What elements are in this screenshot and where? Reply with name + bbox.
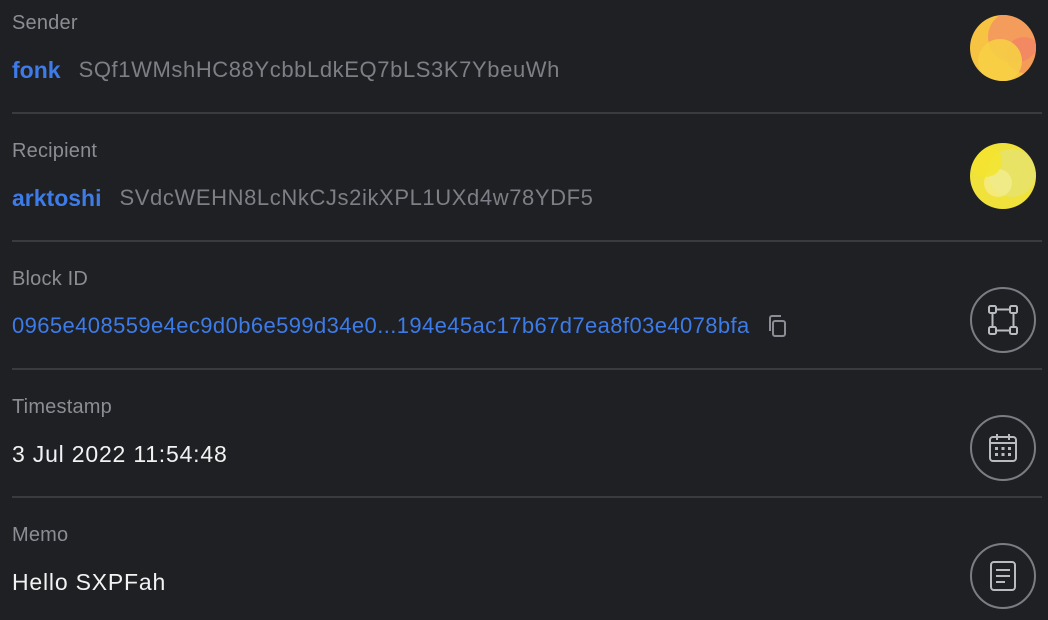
divider — [12, 240, 1042, 242]
timestamp-label: Timestamp — [12, 396, 112, 418]
timestamp-row: Timestamp 3 Jul 2022 11:54:48 — [12, 384, 1042, 512]
recipient-avatar-icon — [970, 143, 1036, 209]
sender-value: fonk SQf1WMshHC88YcbbLdkEQ7bLS3K7YbeuWh — [12, 55, 560, 85]
recipient-row: Recipient arktoshi SVdcWEHN8LcNkCJs2ikXP… — [12, 128, 1042, 256]
divider — [12, 112, 1042, 114]
block-id-link[interactable]: 0965e408559e4ec9d0b6e599d34e0...194e45ac… — [12, 313, 750, 339]
recipient-label: Recipient — [12, 140, 98, 162]
block-row: Block ID 0965e408559e4ec9d0b6e599d34e0..… — [12, 256, 1042, 384]
divider — [12, 368, 1042, 370]
sender-row: Sender fonk SQf1WMshHC88YcbbLdkEQ7bLS3K7… — [12, 0, 1042, 128]
block-value: 0965e408559e4ec9d0b6e599d34e0...194e45ac… — [12, 311, 790, 341]
calendar-icon — [970, 415, 1036, 481]
recipient-address: SVdcWEHN8LcNkCJs2ikXPL1UXd4w78YDF5 — [119, 185, 594, 210]
block-icon — [970, 287, 1036, 353]
memo-label: Memo — [12, 524, 69, 546]
sender-name-link[interactable]: fonk — [12, 57, 61, 84]
timestamp-value-line: 3 Jul 2022 11:54:48 — [12, 439, 228, 469]
memo-value-line: Hello SXPFah — [12, 567, 166, 597]
memo-value: Hello SXPFah — [12, 568, 167, 595]
divider — [12, 496, 1042, 498]
sender-address: SQf1WMshHC88YcbbLdkEQ7bLS3K7YbeuWh — [78, 57, 560, 82]
copy-icon[interactable] — [764, 313, 790, 339]
transaction-details-panel: Sender fonk SQf1WMshHC88YcbbLdkEQ7bLS3K7… — [0, 0, 1048, 620]
document-icon — [970, 543, 1036, 609]
recipient-value: arktoshi SVdcWEHN8LcNkCJs2ikXPL1UXd4w78Y… — [12, 183, 594, 213]
timestamp-value: 3 Jul 2022 11:54:48 — [12, 440, 228, 467]
sender-label: Sender — [12, 12, 78, 34]
sender-avatar-icon — [970, 15, 1036, 81]
recipient-name-link[interactable]: arktoshi — [12, 185, 101, 212]
block-label: Block ID — [12, 268, 89, 290]
memo-row: Memo Hello SXPFah — [12, 512, 1042, 620]
